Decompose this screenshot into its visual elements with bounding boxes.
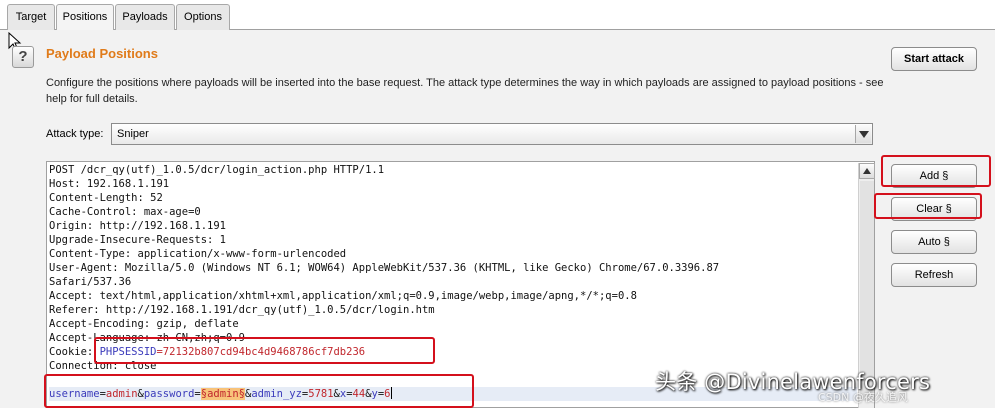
attack-type-select[interactable]: Sniper	[111, 123, 873, 145]
annotation-box-body	[44, 374, 474, 408]
request-line: Content-Length: 52	[49, 192, 163, 204]
auto-markers-button[interactable]: Auto §	[891, 230, 977, 254]
tab-options-label: Options	[184, 11, 222, 23]
start-attack-button[interactable]: Start attack	[891, 47, 977, 71]
request-line: Content-Type: application/x-www-form-url…	[49, 248, 347, 260]
request-line: Host: 192.168.1.191	[49, 178, 170, 190]
attack-type-value: Sniper	[117, 128, 149, 140]
refresh-button[interactable]: Refresh	[891, 263, 977, 287]
tab-options[interactable]: Options	[176, 4, 230, 30]
chevron-down-icon[interactable]	[855, 125, 871, 143]
request-line: Cache-Control: max-age=0	[49, 206, 201, 218]
request-line: Accept-Encoding: gzip, deflate	[49, 318, 239, 330]
tab-strip: Target Positions Payloads Options	[0, 0, 995, 31]
request-line: Accept: text/html,application/xhtml+xml,…	[49, 290, 637, 302]
tab-positions-label: Positions	[62, 11, 108, 23]
tab-positions[interactable]: Positions	[56, 4, 114, 31]
request-line: Upgrade-Insecure-Requests: 1	[49, 234, 227, 246]
annotation-box-cookie	[94, 337, 435, 364]
tab-target[interactable]: Target	[7, 4, 55, 30]
request-line: Referer: http://192.168.1.191/dcr_qy(utf…	[49, 304, 435, 316]
scroll-up-arrow-icon[interactable]	[859, 163, 875, 179]
annotation-box-add	[881, 155, 991, 187]
tab-payloads[interactable]: Payloads	[115, 4, 175, 30]
request-line: User-Agent: Mozilla/5.0 (Windows NT 6.1;…	[49, 262, 720, 274]
watermark-sub: CSDN @夜久追风	[818, 391, 908, 404]
tab-payloads-label: Payloads	[122, 11, 168, 23]
cookie-prefix: Cookie:	[49, 346, 100, 358]
annotation-box-clear	[874, 193, 982, 219]
request-line: Origin: http://192.168.1.191	[49, 220, 227, 232]
help-icon[interactable]: ?	[12, 46, 34, 68]
request-line: POST /dcr_qy(utf)_1.0.5/dcr/login_action…	[49, 164, 385, 176]
page-description: Configure the positions where payloads w…	[46, 77, 884, 105]
attack-type-label: Attack type:	[46, 128, 104, 140]
page-title: Payload Positions	[46, 46, 158, 61]
tab-target-label: Target	[15, 11, 47, 23]
request-line: Safari/537.36	[49, 276, 132, 288]
